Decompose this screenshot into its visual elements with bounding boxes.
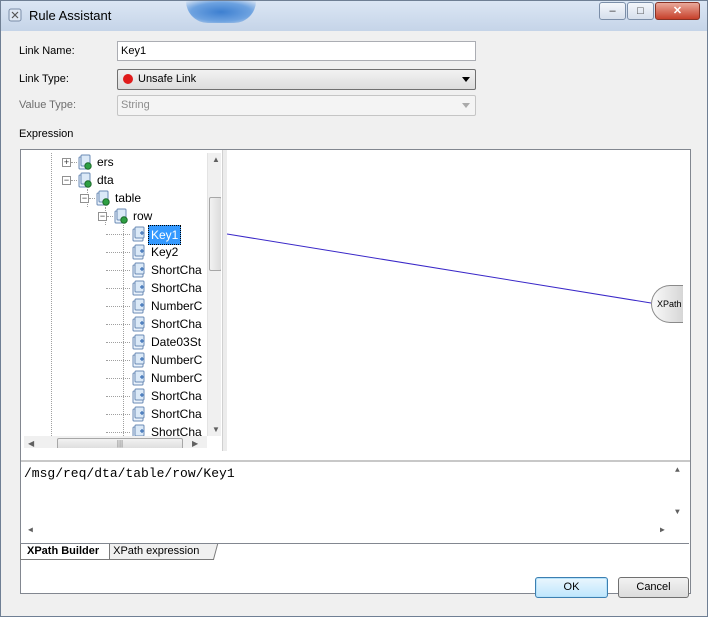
xml-field-icon bbox=[132, 298, 145, 314]
tree-node-label: ers bbox=[97, 155, 114, 169]
xml-element-icon bbox=[78, 172, 92, 188]
tree-guide-line bbox=[123, 225, 124, 436]
editor-divider[interactable] bbox=[21, 460, 690, 462]
tree-guide-line bbox=[106, 270, 130, 271]
tree-node-label: ShortCha bbox=[151, 281, 202, 295]
ok-button[interactable]: OK bbox=[535, 577, 608, 598]
value-type-label: Value Type: bbox=[19, 99, 77, 111]
tree-node-label: dta bbox=[97, 173, 114, 187]
link-type-select[interactable]: Unsafe Link bbox=[117, 69, 476, 90]
link-name-input[interactable]: Key1 bbox=[117, 41, 476, 61]
mapping-link-layer bbox=[227, 233, 652, 304]
close-button[interactable]: ✕ bbox=[655, 2, 700, 20]
collapse-icon[interactable]: − bbox=[80, 194, 89, 203]
tree-node-label: ShortCha bbox=[151, 407, 202, 421]
tree-guide-line bbox=[106, 432, 130, 433]
scroll-right-icon[interactable]: ▶ bbox=[660, 525, 665, 535]
xml-field-icon bbox=[132, 352, 145, 368]
cancel-button[interactable]: Cancel bbox=[618, 577, 689, 598]
tree-guide-line bbox=[106, 360, 130, 361]
xml-field-icon bbox=[132, 262, 145, 278]
xml-field-icon bbox=[132, 334, 145, 350]
xml-field-icon bbox=[132, 244, 145, 260]
unsafe-status-icon bbox=[123, 74, 133, 84]
maximize-button[interactable]: □ bbox=[627, 2, 654, 20]
xml-field-icon bbox=[132, 280, 145, 296]
rule-assistant-window: Rule Assistant ‒ □ ✕ Link Name: Key1 Lin… bbox=[0, 0, 708, 617]
title-bar[interactable]: Rule Assistant ‒ □ ✕ bbox=[1, 1, 707, 31]
xml-field-icon bbox=[132, 406, 145, 422]
tree-node-label: NumberC bbox=[151, 353, 203, 367]
scroll-thumb[interactable]: ||| bbox=[57, 438, 183, 448]
tab-xpath-builder[interactable]: XPath Builder bbox=[20, 544, 110, 560]
collapse-icon[interactable]: − bbox=[62, 176, 71, 185]
window-title: Rule Assistant bbox=[29, 8, 112, 23]
expression-label: Expression bbox=[19, 128, 74, 140]
tree-node-label: NumberC bbox=[151, 371, 203, 385]
tree-guide-line bbox=[106, 378, 130, 379]
xpath-expression-text[interactable]: /msg/req/dta/table/row/Key1 ▼ ▲ ◀ ▶ bbox=[24, 463, 687, 541]
scroll-left-icon[interactable]: ◀ bbox=[28, 439, 34, 448]
scroll-down-icon[interactable]: ▼ bbox=[212, 425, 220, 434]
mapping-canvas[interactable]: XPath bbox=[227, 153, 685, 460]
title-glow bbox=[186, 1, 256, 23]
tree-guide-line bbox=[51, 153, 52, 436]
tree-node-label: Key2 bbox=[151, 245, 179, 259]
scroll-right-icon[interactable]: ▶ bbox=[192, 439, 198, 448]
tree-node-label: NumberC bbox=[151, 299, 203, 313]
tree-horizontal-scrollbar[interactable]: ◀ ||| ▶ bbox=[24, 436, 207, 448]
xml-field-icon bbox=[132, 370, 145, 386]
chevron-down-icon bbox=[462, 103, 470, 108]
xpath-target-node[interactable]: XPath bbox=[651, 285, 683, 323]
tree-guide-line bbox=[106, 414, 130, 415]
tree-vertical-scrollbar[interactable]: ▲ ▼ bbox=[207, 153, 221, 436]
tree-guide-line bbox=[106, 324, 130, 325]
xml-field-icon bbox=[132, 226, 145, 242]
xml-field-icon bbox=[132, 316, 145, 332]
expand-icon[interactable]: + bbox=[62, 158, 71, 167]
expression-editor: + ers − dta − table − row Key1 Key2 ShortCha ShortC… bbox=[20, 149, 691, 594]
tab-label: XPath expression bbox=[113, 545, 200, 557]
tree-node-label: ShortCha bbox=[151, 263, 202, 277]
tree-node-label: ShortCha bbox=[151, 389, 202, 403]
link-type-label: Link Type: bbox=[19, 73, 69, 85]
xpath-expression-value: /msg/req/dta/table/row/Key1 bbox=[24, 466, 235, 481]
editor-tab-strip: XPath expression XPath Builder bbox=[20, 543, 689, 562]
tab-xpath-expression[interactable]: XPath expression bbox=[103, 544, 219, 560]
xml-field-icon bbox=[132, 388, 145, 404]
rule-assistant-icon bbox=[8, 8, 22, 22]
tree-node-label: ShortCha bbox=[151, 317, 202, 331]
scroll-up-icon[interactable]: ▲ bbox=[212, 155, 220, 164]
tree-node-label: row bbox=[133, 209, 153, 223]
tree-guide-line bbox=[106, 252, 130, 253]
schema-tree[interactable]: + ers − dta − table − row Key1 Key2 ShortCha ShortC… bbox=[24, 153, 221, 448]
tree-guide-line bbox=[106, 342, 130, 343]
tree-node-label: Date03St bbox=[151, 335, 202, 349]
tree-guide-line bbox=[106, 396, 130, 397]
scroll-left-icon[interactable]: ◀ bbox=[28, 525, 33, 535]
chevron-down-icon bbox=[462, 77, 470, 82]
tree-guide-line bbox=[106, 288, 130, 289]
scroll-up-icon[interactable]: ▲ bbox=[675, 466, 680, 475]
link-type-value: Unsafe Link bbox=[138, 73, 197, 85]
value-type-value: String bbox=[121, 99, 150, 111]
collapse-icon[interactable]: − bbox=[98, 212, 107, 221]
tree-node-label: table bbox=[115, 191, 142, 205]
mapping-link[interactable] bbox=[227, 233, 652, 304]
link-name-label: Link Name: bbox=[19, 45, 75, 57]
xml-element-icon bbox=[78, 154, 92, 170]
scroll-down-icon[interactable]: ▼ bbox=[675, 508, 680, 517]
minimize-button[interactable]: ‒ bbox=[599, 2, 626, 20]
tree-guide-line bbox=[106, 234, 130, 235]
xml-element-icon bbox=[114, 208, 128, 224]
value-type-select: String bbox=[117, 95, 476, 116]
scroll-thumb[interactable] bbox=[209, 197, 221, 271]
tree-node-label: Key1 bbox=[148, 225, 182, 245]
dialog-body: Link Name: Key1 Link Type: Unsafe Link V… bbox=[9, 31, 700, 609]
xml-element-icon bbox=[96, 190, 110, 206]
tree-guide-line bbox=[106, 306, 130, 307]
